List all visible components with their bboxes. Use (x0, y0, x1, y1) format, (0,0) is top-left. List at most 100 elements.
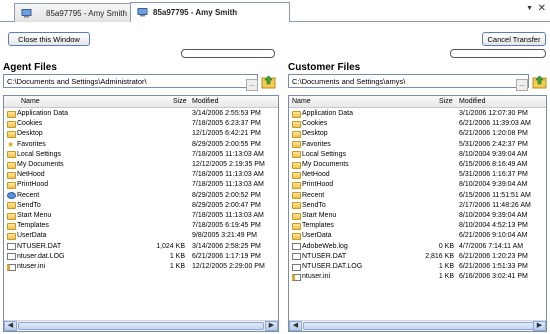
file-modified: 7/18/2005 11:13:03 AM (192, 150, 264, 158)
file-row[interactable]: ★ Favorites 8/29/2005 2:00:55 PM (4, 140, 278, 150)
file-name: Recent (302, 191, 325, 199)
tab-session-1[interactable]: 85a97795 - Amy Smith (14, 3, 144, 22)
file-name: Recent (17, 191, 40, 199)
file-row[interactable]: ntuser.ini 1 KB 12/12/2005 2:29:00 PM (4, 262, 278, 272)
file-row[interactable]: Cookies 7/18/2005 6:23:37 PM (4, 119, 278, 129)
file-row[interactable]: Templates 7/18/2005 6:19:45 PM (4, 221, 278, 231)
file-name: AdobeWeb.log (302, 242, 348, 250)
file-name: NetHood (17, 171, 45, 179)
column-modified[interactable]: Modified (192, 98, 218, 105)
file-row[interactable]: Application Data 3/1/2006 12:07:30 PM (289, 109, 546, 119)
column-size[interactable]: Size (439, 98, 453, 105)
column-name[interactable]: Name (21, 98, 40, 105)
close-window-button[interactable]: Close this Window (8, 32, 90, 46)
horizontal-scrollbar[interactable]: ◀ ▶ (289, 320, 546, 331)
folder-icon (292, 202, 301, 210)
file-row[interactable]: UserData 6/21/2006 9:10:04 AM (289, 231, 546, 241)
ini-file-icon (292, 273, 301, 281)
file-row[interactable]: NTUSER.DAT 1,024 KB 3/14/2006 2:58:25 PM (4, 242, 278, 252)
file-modified: 9/8/2005 3:21:49 PM (192, 232, 257, 240)
file-row[interactable]: Start Menu 8/10/2004 9:39:04 AM (289, 211, 546, 221)
file-row[interactable]: Local Settings 7/18/2005 11:13:03 AM (4, 150, 278, 160)
file-row[interactable]: Recent 6/15/2006 11:51:51 AM (289, 191, 546, 201)
file-name: SendTo (17, 201, 41, 209)
agent-file-list[interactable]: Name Size Modified Application Data 3/14/… (3, 95, 279, 332)
file-row[interactable]: Desktop 6/21/2006 1:20:08 PM (289, 129, 546, 139)
file-name: PrintHood (17, 181, 49, 189)
close-icon[interactable]: ✕ (538, 3, 546, 14)
file-row[interactable]: My Documents 6/15/2006 8:16:49 AM (289, 160, 546, 170)
file-row[interactable]: PrintHood 7/18/2005 11:13:03 AM (4, 180, 278, 190)
file-row[interactable]: NetHood 5/31/2006 1:16:37 PM (289, 170, 546, 180)
file-row[interactable]: Templates 8/10/2004 4:52:13 PM (289, 221, 546, 231)
folder-icon (292, 110, 301, 118)
folder-icon (292, 192, 301, 200)
file-row[interactable]: PrintHood 8/10/2004 9:39:04 AM (289, 180, 546, 190)
file-row[interactable]: Local Settings 8/10/2004 9:39:04 AM (289, 150, 546, 160)
folder-up-icon[interactable] (261, 74, 276, 89)
file-modified: 7/18/2005 11:13:03 AM (192, 181, 264, 189)
scroll-left-icon[interactable]: ◀ (4, 321, 17, 331)
browse-button[interactable]: ... (246, 79, 258, 91)
scroll-left-icon[interactable]: ◀ (289, 321, 302, 331)
file-row[interactable]: Favorites 5/31/2006 2:42:37 PM (289, 140, 546, 150)
tab-session-2[interactable]: 85a97795 - Amy Smith (130, 2, 290, 22)
file-row[interactable]: Recent 8/29/2005 2:00:52 PM (4, 191, 278, 201)
scroll-thumb[interactable] (303, 322, 534, 330)
folder-icon (7, 202, 16, 210)
recent-icon (7, 192, 16, 200)
file-row[interactable]: ntuser.ini 1 KB 6/16/2006 3:02:41 PM (289, 272, 546, 282)
file-row[interactable]: AdobeWeb.log 0 KB 4/7/2006 7:14:11 AM (289, 242, 546, 252)
browse-button[interactable]: ... (516, 79, 528, 91)
file-row[interactable]: My Documents 12/12/2005 2:19:35 PM (4, 160, 278, 170)
scroll-right-icon[interactable]: ▶ (265, 321, 278, 331)
file-icon (292, 263, 301, 271)
customer-path-input[interactable]: C:\Documents and Settings\amys\ (288, 74, 529, 88)
file-modified: 6/15/2006 11:51:51 AM (459, 191, 531, 199)
file-name: Application Data (302, 110, 353, 117)
file-row[interactable]: ntuser.dat.LOG 1 KB 6/21/2006 1:17:19 PM (4, 252, 278, 262)
file-row[interactable]: Desktop 12/1/2005 6:42:21 PM (4, 129, 278, 139)
folder-icon (7, 161, 16, 169)
chevron-down-icon[interactable]: ▼ (526, 5, 533, 12)
file-row[interactable]: Application Data 3/14/2006 2:55:53 PM (4, 109, 278, 119)
file-row[interactable]: SendTo 8/29/2005 2:00:47 PM (4, 201, 278, 211)
column-modified[interactable]: Modified (459, 98, 485, 105)
folder-icon (7, 151, 16, 159)
file-size: 1 KB (438, 263, 454, 270)
file-name: Cookies (17, 120, 43, 128)
file-row[interactable]: Cookies 6/21/2006 11:39:03 AM (289, 119, 546, 129)
agent-files-title: Agent Files (3, 62, 57, 73)
file-icon (292, 253, 301, 261)
customer-file-list[interactable]: Name Size Modified Application Data 3/1/2… (288, 95, 547, 332)
file-row[interactable]: NTUSER.DAT 2,816 KB 6/21/2006 1:20:23 PM (289, 252, 546, 262)
scroll-thumb[interactable] (18, 322, 264, 330)
cancel-transfer-button[interactable]: Cancel Transfer (482, 32, 546, 46)
file-modified: 8/10/2004 9:39:04 AM (459, 150, 528, 158)
computer-icon (21, 8, 32, 18)
file-name: Cookies (302, 120, 328, 128)
file-row[interactable]: UserData 9/8/2005 3:21:49 PM (4, 231, 278, 241)
file-row[interactable]: NetHood 7/18/2005 11:13:03 AM (4, 170, 278, 180)
folder-up-icon[interactable] (532, 74, 547, 89)
horizontal-scrollbar[interactable]: ◀ ▶ (4, 320, 278, 331)
splitter[interactable] (281, 22, 285, 334)
scroll-right-icon[interactable]: ▶ (533, 321, 546, 331)
folder-icon (7, 181, 16, 189)
folder-icon (7, 232, 16, 240)
file-modified: 3/14/2006 2:55:53 PM (192, 110, 261, 117)
file-row[interactable]: NTUSER.DAT.LOG 1 KB 6/21/2006 1:51:33 PM (289, 262, 546, 272)
file-row[interactable]: Start Menu 7/18/2005 11:13:03 AM (4, 211, 278, 221)
file-modified: 7/18/2005 11:13:03 AM (192, 212, 264, 219)
progress-indicator (450, 49, 546, 58)
file-modified: 12/12/2005 2:19:35 PM (192, 161, 265, 168)
folder-icon (292, 151, 301, 159)
file-name: Desktop (17, 130, 43, 138)
column-name[interactable]: Name (292, 98, 311, 105)
file-modified: 2/17/2006 11:48:26 AM (459, 201, 531, 209)
file-row[interactable]: SendTo 2/17/2006 11:48:26 AM (289, 201, 546, 211)
column-size[interactable]: Size (173, 98, 187, 105)
folder-icon (292, 130, 301, 138)
file-name: ntuser.dat.LOG (17, 252, 65, 260)
agent-path-input[interactable]: C:\Documents and Settings\Administrator\ (3, 74, 258, 88)
